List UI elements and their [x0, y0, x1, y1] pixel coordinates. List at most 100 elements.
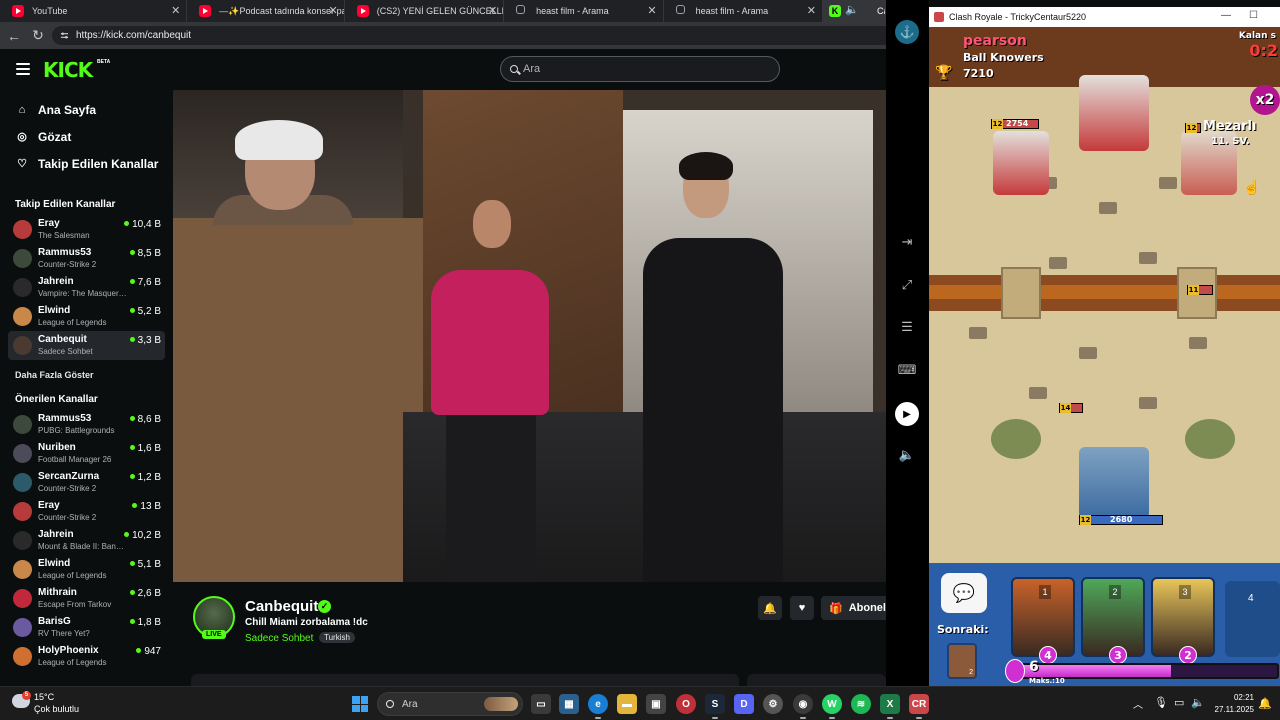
settings-icon[interactable]: ⚙ — [763, 694, 783, 714]
site-settings-icon[interactable] — [60, 31, 69, 40]
streamer-name[interactable]: Canbequit — [245, 598, 318, 615]
weather-description[interactable]: Çok bulutlu — [34, 704, 79, 714]
card[interactable]: 32 — [1151, 577, 1215, 664]
network-icon[interactable]: ▭ — [1174, 696, 1184, 709]
show-more-link[interactable]: Daha Fazla Göster — [0, 370, 173, 380]
anchor-icon[interactable]: ⚓ — [895, 20, 919, 44]
taskbar-search[interactable]: Ara — [377, 692, 523, 716]
tower-sub-level: 11. SV. — [1211, 136, 1250, 147]
stream-category[interactable]: Sadece Sohbet — [245, 633, 313, 644]
channel-item[interactable]: Rammus53 PUBG: Battlegrounds 8,6 B — [8, 410, 165, 439]
close-icon[interactable]: ✕ — [647, 4, 656, 17]
card-slot[interactable]: 4 — [1225, 581, 1280, 657]
sliders-icon[interactable]: ☰ — [896, 316, 918, 338]
excel-icon[interactable]: X — [880, 694, 900, 719]
tab-search-2[interactable]: heast film - Arama ✕ — [664, 0, 823, 22]
minimize-button[interactable]: — — [1221, 10, 1231, 21]
record-icon[interactable]: ▶ — [895, 402, 919, 426]
emote-button[interactable]: 💬 — [941, 573, 987, 613]
channel-item[interactable]: SercanZurna Counter-Strike 2 1,2 B — [8, 468, 165, 497]
tab-podcast[interactable]: —✨Podcast tadında konser part ✕ — [187, 0, 345, 22]
search-icon — [516, 5, 526, 14]
task-view-icon[interactable]: ▭ — [531, 694, 551, 714]
channel-item[interactable]: Eray The Salesman 10,4 B — [8, 215, 165, 244]
widgets-icon[interactable]: ▦ — [559, 694, 579, 714]
close-icon[interactable]: ✕ — [488, 4, 497, 17]
notification-icon[interactable]: 🔔 — [1258, 697, 1272, 710]
whatsapp-icon[interactable]: W — [822, 694, 842, 719]
sidebar-item-browse[interactable]: ◎ Gözat — [0, 123, 173, 150]
file-explorer-icon[interactable]: ▬ — [617, 694, 637, 714]
language-tag[interactable]: Turkish — [319, 632, 355, 643]
speaker-icon[interactable]: 🔈 — [845, 3, 859, 16]
photos-icon[interactable]: ▣ — [646, 694, 666, 714]
menu-icon[interactable] — [16, 63, 30, 75]
steam-icon[interactable]: S — [705, 694, 725, 719]
channel-item[interactable]: Nuriben Football Manager 26 1,6 B — [8, 439, 165, 468]
sidebar-item-following[interactable]: ♡ Takip Edilen Kanallar — [0, 150, 173, 177]
tab-search-1[interactable]: heast film - Arama ✕ — [504, 0, 664, 22]
channel-item[interactable]: BarisG RV There Yet? 1,8 B — [8, 613, 165, 642]
clash-royale-icon[interactable]: CR — [909, 694, 929, 719]
card[interactable]: 23 — [1081, 577, 1145, 664]
notification-button[interactable]: 🔔 — [758, 596, 782, 620]
kick-icon: K — [829, 5, 841, 17]
chevron-up-icon[interactable]: ︿ — [1133, 696, 1143, 711]
channel-name: Eray — [38, 500, 60, 511]
volume-icon[interactable]: 🔈 — [1191, 696, 1205, 709]
channel-item[interactable]: Jahrein Vampire: The Masquerade 7,6 B — [8, 273, 165, 302]
discord-icon[interactable]: D — [734, 694, 754, 714]
clock-date[interactable]: 27.11.2025 — [1212, 705, 1254, 714]
opera-gx-icon[interactable]: O — [676, 694, 696, 714]
edge-icon[interactable]: e — [588, 694, 608, 719]
chrome-icon[interactable]: ◉ — [793, 694, 813, 719]
enter-icon[interactable]: ⇥ — [896, 231, 918, 253]
tab-title: heast film - Arama — [536, 6, 609, 16]
channel-item[interactable]: Elwind League of Legends 5,1 B — [8, 555, 165, 584]
channel-item[interactable]: Canbequit Sadece Sohbet 3,3 B — [8, 331, 165, 360]
subscribe-button[interactable]: 🎁 Abonelik — [821, 596, 891, 620]
follow-button[interactable]: ♥ — [790, 596, 814, 620]
avatar — [13, 249, 32, 268]
back-icon[interactable]: ← — [4, 26, 24, 46]
channel-category: League of Legends — [38, 658, 107, 667]
keyboard-icon[interactable]: ⌨ — [896, 359, 918, 381]
close-icon[interactable]: ✕ — [807, 4, 816, 17]
avatar — [13, 307, 32, 326]
channel-item[interactable]: Eray Counter-Strike 2 13 B — [8, 497, 165, 526]
search-input[interactable]: Ara — [500, 56, 780, 82]
close-icon[interactable]: ✕ — [329, 4, 338, 17]
channel-category: RV There Yet? — [38, 629, 90, 638]
tab-youtube[interactable]: YouTube ✕ — [0, 0, 188, 22]
avatar — [13, 618, 32, 637]
channel-item[interactable]: Mithrain Escape From Tarkov 2,6 B — [8, 584, 165, 613]
start-button[interactable] — [352, 696, 368, 712]
microphone-icon[interactable]: 🎙 — [1154, 696, 1168, 709]
tab-kick[interactable]: K 🔈 Canb — [823, 0, 886, 22]
channel-item[interactable]: Jahrein Mount & Blade II: Bannerlord10,2 … — [8, 526, 165, 555]
weather-temp[interactable]: 15°C — [34, 692, 54, 702]
kick-logo[interactable]: KICK — [43, 58, 93, 82]
channel-name: Nuriben — [38, 442, 76, 453]
channel-item[interactable]: Rammus53 Counter-Strike 2 8,5 B — [8, 244, 165, 273]
volume-icon[interactable]: 🔈 — [896, 444, 918, 466]
game-arena[interactable]: pearson Ball Knowers 🏆 7210 Kalan s 0:2 … — [929, 27, 1280, 563]
close-icon[interactable]: ✕ — [171, 4, 180, 17]
clock-time[interactable]: 02:21 — [1224, 693, 1254, 702]
destroyed-tower — [1185, 419, 1235, 459]
elixir-icon — [1005, 659, 1025, 683]
tab-cs2[interactable]: (CS2) YENİ GELEN GÜNCELLEME ✕ — [345, 0, 505, 22]
channel-name: Elwind — [38, 558, 71, 569]
sidebar-item-home[interactable]: ⌂ Ana Sayfa — [0, 96, 173, 123]
viewer-count: 2,6 B — [130, 588, 161, 599]
channel-item[interactable]: Elwind League of Legends 5,2 B — [8, 302, 165, 331]
expand-icon[interactable]: ⤢ — [896, 274, 918, 296]
url-field[interactable]: https://kick.com/canbequit — [52, 26, 886, 45]
tab-title: Canb — [877, 6, 885, 16]
reload-icon[interactable]: ↻ — [28, 26, 48, 46]
channel-item[interactable]: HolyPhoenix League of Legends 947 — [8, 642, 165, 671]
card[interactable]: 14 — [1011, 577, 1075, 664]
video-player[interactable] — [173, 90, 886, 582]
spotify-icon[interactable]: ≋ — [851, 694, 871, 714]
maximize-button[interactable]: ☐ — [1249, 10, 1258, 21]
